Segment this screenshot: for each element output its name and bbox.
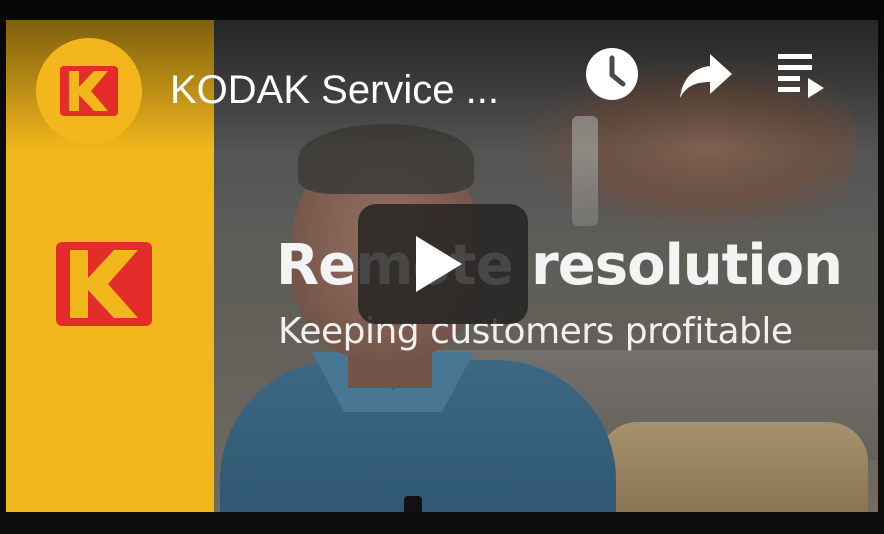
kodak-logo-icon	[60, 66, 118, 116]
playlist-icon[interactable]	[774, 44, 834, 104]
video-player[interactable]: Remote resolution Keeping customers prof…	[0, 0, 884, 534]
play-button[interactable]	[358, 204, 528, 324]
channel-avatar[interactable]	[36, 38, 142, 144]
video-title[interactable]: KODAK Service ...	[170, 70, 499, 110]
overlay-subline: Keeping customers profitable	[278, 311, 793, 352]
share-icon[interactable]	[676, 44, 736, 104]
play-icon	[416, 236, 462, 292]
kodak-logo-icon	[56, 242, 152, 326]
clock-icon[interactable]	[582, 44, 642, 104]
